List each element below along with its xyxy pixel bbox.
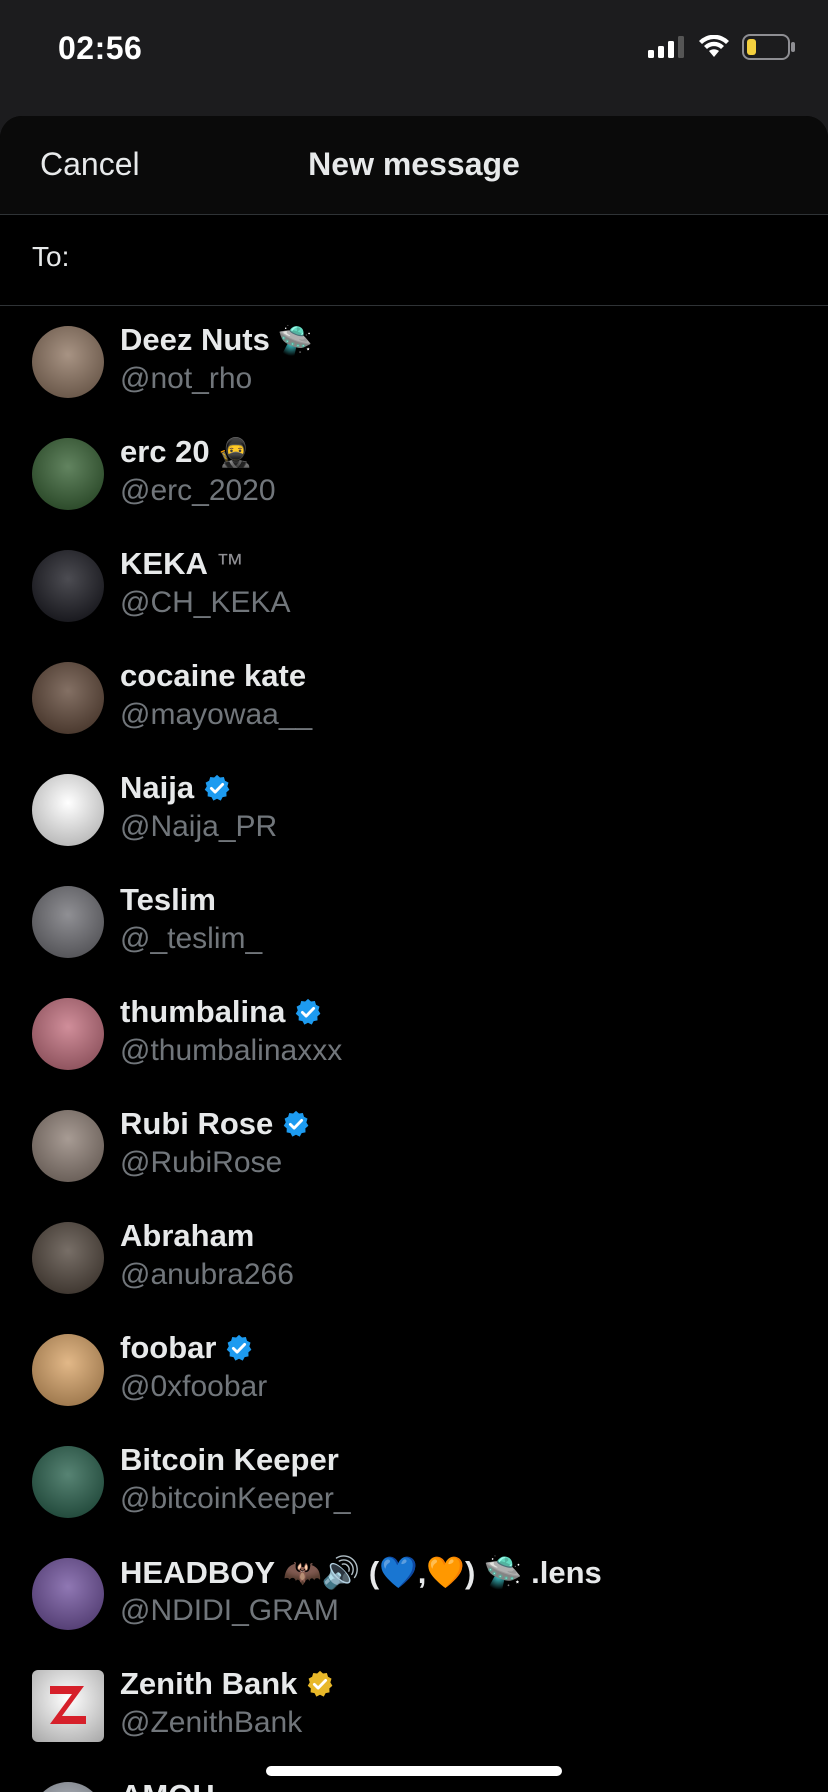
avatar bbox=[32, 1110, 104, 1182]
contact-name: Bitcoin Keeper bbox=[120, 1442, 339, 1477]
contact-name-line: Zenith Bank bbox=[120, 1666, 335, 1702]
avatar bbox=[32, 438, 104, 510]
contact-list: Deez Nuts 🛸 @not_rhoerc 20 🥷 @erc_2020 KEKA ™ @… bbox=[0, 306, 828, 1792]
contact-name: Naija bbox=[120, 770, 195, 805]
contact-name-line: thumbalina bbox=[120, 994, 323, 1030]
contact-handle: @CH_KEKA bbox=[120, 586, 291, 619]
avatar bbox=[32, 998, 104, 1070]
new-message-sheet: Cancel New message To: Deez Nuts 🛸 @not_rh… bbox=[0, 116, 828, 1792]
avatar bbox=[32, 1222, 104, 1294]
name-decoration: 🛸 bbox=[277, 324, 313, 356]
contact-handle: @not_rho bbox=[120, 362, 253, 395]
verified-badge-icon bbox=[224, 1333, 254, 1363]
avatar bbox=[32, 1334, 104, 1406]
avatar bbox=[32, 1670, 104, 1742]
contact-name: erc 20 bbox=[120, 434, 210, 469]
contact-handle: @bitcoinKeeper_ bbox=[120, 1482, 351, 1515]
sheet-header: Cancel New message bbox=[0, 116, 828, 215]
verified-badge-icon bbox=[281, 1109, 311, 1139]
contact-row[interactable]: foobar @0xfoobar bbox=[0, 1314, 828, 1426]
cellular-signal-icon bbox=[648, 36, 684, 58]
recipient-row: To: bbox=[0, 215, 828, 306]
name-decoration: 🥷 bbox=[217, 436, 253, 468]
verified-badge-icon bbox=[305, 1669, 335, 1699]
contact-row[interactable]: Rubi Rose @RubiRose bbox=[0, 1090, 828, 1202]
contact-name-line: Rubi Rose bbox=[120, 1106, 311, 1142]
avatar bbox=[32, 1558, 104, 1630]
to-label: To: bbox=[32, 241, 70, 272]
contact-name: foobar bbox=[120, 1330, 217, 1365]
contact-name-line: Bitcoin Keeper bbox=[120, 1442, 339, 1478]
contact-name-line: AMOH bbox=[120, 1778, 215, 1792]
contact-name-line: HEADBOY 🦇🔊 (💙,🧡) 🛸 .lens bbox=[120, 1554, 602, 1591]
contact-name: Deez Nuts bbox=[120, 322, 270, 357]
contact-row[interactable]: HEADBOY 🦇🔊 (💙,🧡) 🛸 .lens @NDIDI_GRAM bbox=[0, 1538, 828, 1650]
contact-name-line: Teslim bbox=[120, 882, 216, 918]
contact-name: Zenith Bank bbox=[120, 1666, 298, 1701]
contact-name: cocaine kate bbox=[120, 658, 307, 693]
contact-row[interactable]: Teslim @_teslim_ bbox=[0, 866, 828, 978]
contact-handle: @thumbalinaxxx bbox=[120, 1034, 343, 1067]
avatar bbox=[32, 774, 104, 846]
contact-name-line: Abraham bbox=[120, 1218, 254, 1254]
contact-row[interactable]: Bitcoin Keeper @bitcoinKeeper_ bbox=[0, 1426, 828, 1538]
avatar bbox=[32, 326, 104, 398]
page-title: New message bbox=[308, 146, 520, 182]
avatar bbox=[32, 886, 104, 958]
contact-handle: @ZenithBank bbox=[120, 1706, 303, 1739]
contact-row[interactable]: Deez Nuts 🛸 @not_rho bbox=[0, 306, 828, 418]
contact-row[interactable]: KEKA ™ @CH_KEKA bbox=[0, 530, 828, 642]
contact-row[interactable]: cocaine kate @mayowaa__ bbox=[0, 642, 828, 754]
contact-name-line: erc 20 🥷 bbox=[120, 434, 253, 470]
contact-handle: @RubiRose bbox=[120, 1146, 283, 1179]
name-decoration: ™ bbox=[215, 548, 244, 579]
battery-icon bbox=[742, 34, 795, 60]
home-indicator bbox=[266, 1766, 562, 1776]
avatar bbox=[32, 1782, 104, 1792]
contact-row[interactable]: Naija @Naija_PR bbox=[0, 754, 828, 866]
status-bar: 02:56 bbox=[0, 0, 828, 100]
status-icons bbox=[648, 34, 796, 60]
verified-badge-icon bbox=[202, 773, 232, 803]
contact-name-line: Naija bbox=[120, 770, 232, 806]
contact-row[interactable]: Abraham @anubra266 bbox=[0, 1202, 828, 1314]
recipient-input[interactable] bbox=[90, 233, 794, 285]
avatar bbox=[32, 662, 104, 734]
contact-handle: @0xfoobar bbox=[120, 1370, 268, 1403]
contact-name-line: cocaine kate bbox=[120, 658, 306, 694]
contact-name: KEKA bbox=[120, 546, 208, 581]
contact-name: AMOH bbox=[120, 1778, 215, 1792]
contact-name: Abraham bbox=[120, 1218, 255, 1253]
contact-name-line: foobar bbox=[120, 1330, 254, 1366]
contact-handle: @Naija_PR bbox=[120, 810, 278, 843]
verified-badge-icon bbox=[293, 997, 323, 1027]
contact-name: Rubi Rose bbox=[120, 1106, 274, 1141]
contact-name: HEADBOY bbox=[120, 1554, 276, 1590]
contact-handle: @anubra266 bbox=[120, 1258, 294, 1291]
contact-name-line: Deez Nuts 🛸 bbox=[120, 322, 313, 358]
avatar bbox=[32, 1446, 104, 1518]
contact-name: Teslim bbox=[120, 882, 216, 917]
contact-handle: @_teslim_ bbox=[120, 922, 263, 955]
contact-handle: @NDIDI_GRAM bbox=[120, 1594, 339, 1627]
wifi-icon bbox=[699, 35, 729, 57]
status-time: 02:56 bbox=[58, 30, 143, 66]
contact-name-line: KEKA ™ bbox=[120, 546, 244, 582]
name-decoration: 🦇🔊 (💙,🧡) 🛸 .lens bbox=[283, 1555, 602, 1590]
avatar bbox=[32, 550, 104, 622]
contact-handle: @mayowaa__ bbox=[120, 698, 313, 731]
contact-row[interactable]: thumbalina @thumbalinaxxx bbox=[0, 978, 828, 1090]
contact-handle: @erc_2020 bbox=[120, 474, 276, 507]
contact-name: thumbalina bbox=[120, 994, 286, 1029]
contact-row[interactable]: erc 20 🥷 @erc_2020 bbox=[0, 418, 828, 530]
contact-row[interactable]: Zenith Bank @ZenithBank bbox=[0, 1650, 828, 1762]
